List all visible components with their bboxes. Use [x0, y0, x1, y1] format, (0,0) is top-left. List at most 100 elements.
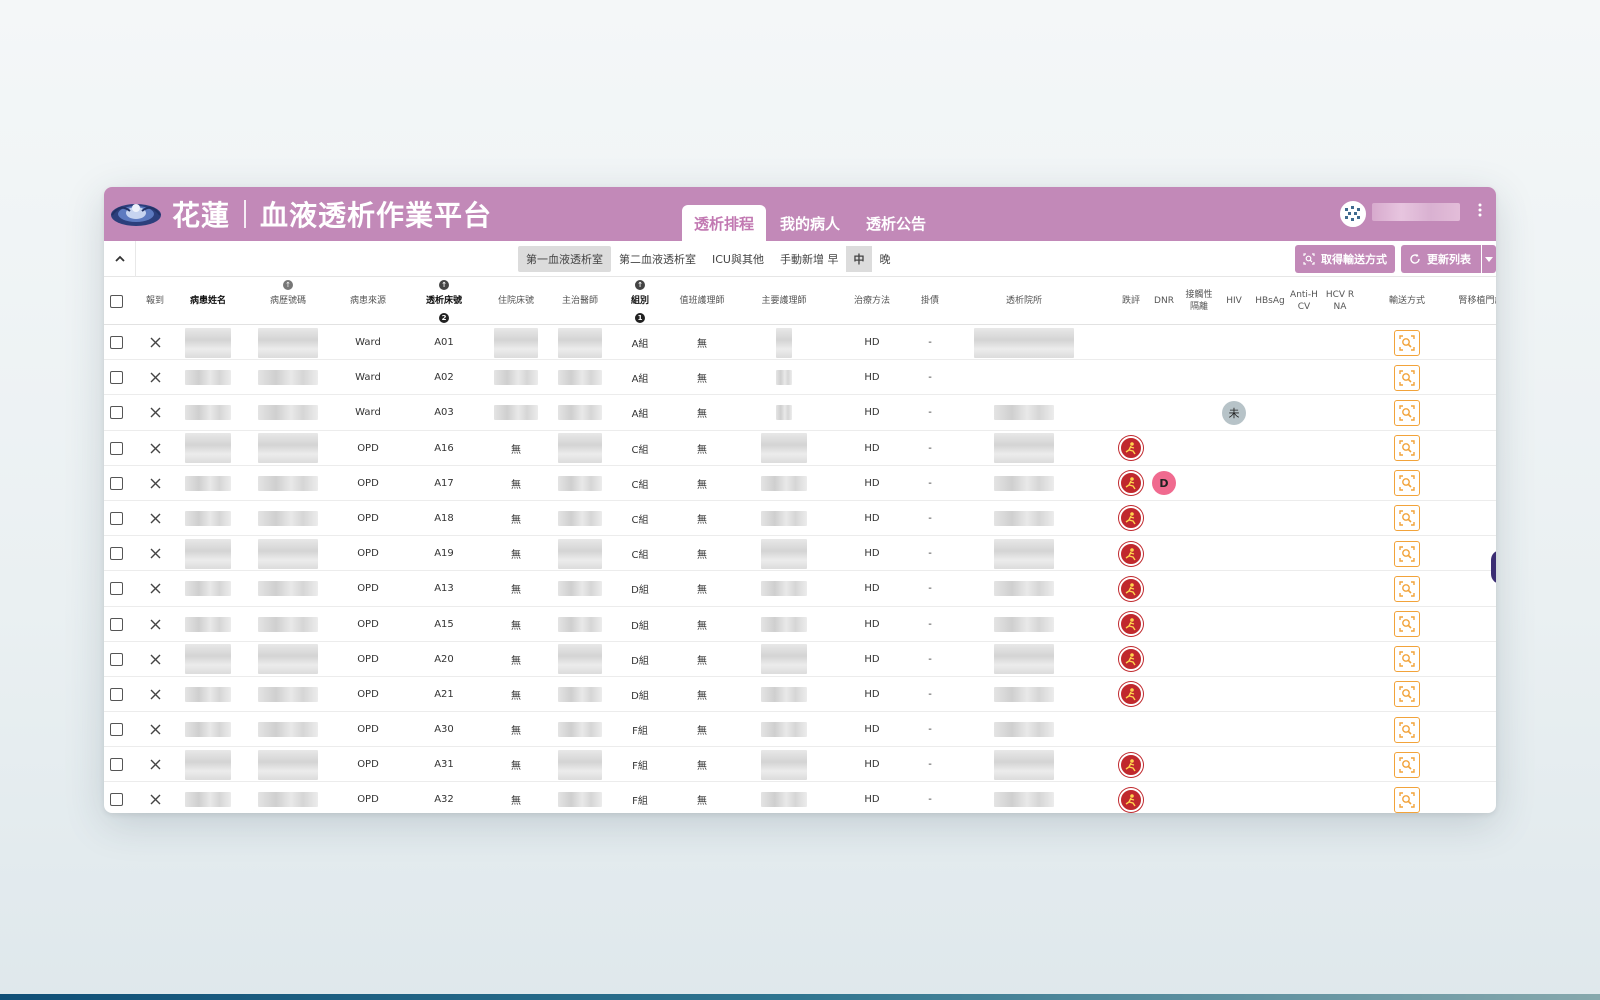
- refresh-options-dropdown[interactable]: [1482, 245, 1496, 273]
- column-header-fall[interactable]: 跌評: [1116, 277, 1146, 325]
- side-drawer-handle[interactable]: [1491, 550, 1496, 584]
- close-icon[interactable]: [150, 654, 161, 665]
- row-checkbox[interactable]: [109, 687, 123, 701]
- transport-lookup-button[interactable]: [1394, 399, 1420, 426]
- column-header-contact-isolation[interactable]: 接觸性隔離: [1182, 277, 1216, 325]
- table-row[interactable]: OPD A18 無 C組 無 HD -: [104, 501, 1496, 537]
- row-checkbox[interactable]: [109, 547, 123, 561]
- shift-tab-afternoon[interactable]: 中: [846, 246, 872, 272]
- transport-lookup-button[interactable]: [1394, 364, 1420, 391]
- close-icon[interactable]: [150, 548, 161, 559]
- row-checkbox[interactable]: [109, 441, 123, 455]
- fetch-transport-button[interactable]: 取得輸送方式: [1295, 245, 1395, 273]
- column-header-doctor[interactable]: 主治醫師: [552, 277, 608, 325]
- column-header-hiv[interactable]: HIV: [1220, 277, 1248, 325]
- close-icon[interactable]: [150, 478, 161, 489]
- column-header-debt[interactable]: 掛債: [910, 277, 950, 325]
- column-header-dnr[interactable]: DNR: [1150, 277, 1178, 325]
- row-checkbox[interactable]: [109, 476, 123, 490]
- column-header-source[interactable]: 病患來源: [336, 277, 400, 325]
- transport-lookup-button[interactable]: [1394, 646, 1420, 673]
- close-icon[interactable]: [150, 619, 161, 630]
- column-header-anti-hcv[interactable]: Anti-HCV: [1288, 277, 1320, 325]
- tab-dialysis-schedule[interactable]: 透析排程: [682, 205, 767, 241]
- row-checkbox[interactable]: [109, 371, 123, 385]
- column-header-ward-bed[interactable]: 住院床號: [488, 277, 544, 325]
- column-header-hospital[interactable]: 透析院所: [962, 277, 1086, 325]
- room-tab-first[interactable]: 第一血液透析室: [518, 246, 611, 272]
- transport-lookup-button[interactable]: [1394, 505, 1420, 532]
- column-header-duty-nurse[interactable]: 值班護理師: [672, 277, 732, 325]
- more-vert-icon[interactable]: [1476, 203, 1484, 217]
- close-icon[interactable]: [150, 689, 161, 700]
- table-row[interactable]: OPD A15 無 D組 無 HD -: [104, 607, 1496, 642]
- transport-lookup-button[interactable]: [1394, 540, 1420, 567]
- refresh-list-button[interactable]: 更新列表: [1401, 245, 1481, 273]
- column-header-select[interactable]: [104, 277, 128, 325]
- transport-lookup-button[interactable]: [1394, 786, 1420, 813]
- close-icon[interactable]: [150, 372, 161, 383]
- close-icon[interactable]: [150, 337, 161, 348]
- close-icon[interactable]: [150, 407, 161, 418]
- transport-lookup-button[interactable]: [1394, 435, 1420, 462]
- column-header-method[interactable]: 治療方法: [840, 277, 904, 325]
- room-tab-icu-other[interactable]: ICU與其他: [704, 246, 772, 272]
- column-header-primary-nurse[interactable]: 主要護理師: [736, 277, 832, 325]
- row-checkbox[interactable]: [109, 582, 123, 596]
- row-checkbox[interactable]: [109, 511, 123, 525]
- row-checkbox[interactable]: [109, 336, 123, 349]
- column-header-mrn[interactable]: 病歷號碼 ↑: [248, 277, 328, 325]
- redacted-text: [185, 616, 231, 632]
- row-checkbox[interactable]: [109, 758, 123, 772]
- close-icon[interactable]: [150, 759, 161, 770]
- shift-tab-evening[interactable]: 晚: [872, 246, 898, 272]
- table-row[interactable]: OPD A19 無 C組 無 HD -: [104, 536, 1496, 572]
- table-row[interactable]: OPD A31 無 F組 無 HD -: [104, 747, 1496, 783]
- table-row[interactable]: OPD A30 無 F組 無 HD -: [104, 712, 1496, 748]
- table-row[interactable]: Ward A01 A組 無 HD -: [104, 325, 1496, 361]
- transport-lookup-button[interactable]: [1394, 329, 1420, 356]
- transport-lookup-button[interactable]: [1394, 716, 1420, 743]
- row-checkbox[interactable]: [109, 617, 123, 631]
- column-header-name[interactable]: 病患姓名: [176, 277, 240, 325]
- column-header-group[interactable]: 組別 ↑ 1: [616, 277, 664, 325]
- close-icon[interactable]: [150, 794, 161, 805]
- table-row[interactable]: OPD A13 無 D組 無 HD -: [104, 571, 1496, 607]
- table-row[interactable]: OPD A32 無 F組 無 HD -: [104, 782, 1496, 813]
- column-header-transport[interactable]: 輸送方式: [1364, 277, 1450, 325]
- sort-arrow-icon[interactable]: ↑: [635, 280, 645, 290]
- tab-announcements[interactable]: 透析公告: [854, 205, 938, 241]
- column-header-hcv-rna[interactable]: HCV RNA: [1324, 277, 1356, 325]
- row-checkbox[interactable]: [109, 793, 123, 807]
- user-avatar[interactable]: [1340, 201, 1366, 227]
- room-tab-second[interactable]: 第二血液透析室: [611, 246, 704, 272]
- column-header-transplant-clinic[interactable]: 腎移植門診: [1456, 277, 1496, 325]
- column-header-hbsag[interactable]: HBsAg: [1254, 277, 1286, 325]
- close-icon[interactable]: [150, 583, 161, 594]
- close-icon[interactable]: [150, 443, 161, 454]
- table-row[interactable]: Ward A02 A組 無 HD -: [104, 360, 1496, 396]
- transport-lookup-button[interactable]: [1394, 611, 1420, 637]
- collapse-button[interactable]: [104, 241, 136, 277]
- column-header-checkin[interactable]: 報到: [140, 277, 170, 325]
- row-checkbox[interactable]: [109, 652, 123, 666]
- row-checkbox[interactable]: [109, 723, 123, 737]
- table-row[interactable]: OPD A16 無 C組 無 HD -: [104, 431, 1496, 466]
- transport-lookup-button[interactable]: [1394, 681, 1420, 708]
- tab-my-patients[interactable]: 我的病人: [768, 205, 852, 241]
- close-icon[interactable]: [150, 724, 161, 735]
- column-header-bed[interactable]: 透析床號 ↑ 2: [410, 277, 478, 325]
- shift-tab-morning[interactable]: 早: [820, 246, 846, 272]
- table-row[interactable]: OPD A20 無 D組 無 HD -: [104, 642, 1496, 677]
- transport-lookup-button[interactable]: [1394, 470, 1420, 497]
- table-row[interactable]: OPD A17 無 C組 無 HD - D: [104, 466, 1496, 501]
- table-row[interactable]: OPD A21 無 D組 無 HD -: [104, 677, 1496, 713]
- row-checkbox[interactable]: [109, 406, 123, 420]
- sort-arrow-icon[interactable]: ↑: [439, 280, 449, 290]
- transport-lookup-button[interactable]: [1394, 751, 1420, 778]
- table-row[interactable]: Ward A03 A組 無 HD - 未: [104, 395, 1496, 431]
- close-icon[interactable]: [150, 513, 161, 524]
- select-all-checkbox[interactable]: [109, 294, 123, 308]
- sort-arrow-icon[interactable]: ↑: [283, 280, 293, 290]
- transport-lookup-button[interactable]: [1394, 575, 1420, 602]
